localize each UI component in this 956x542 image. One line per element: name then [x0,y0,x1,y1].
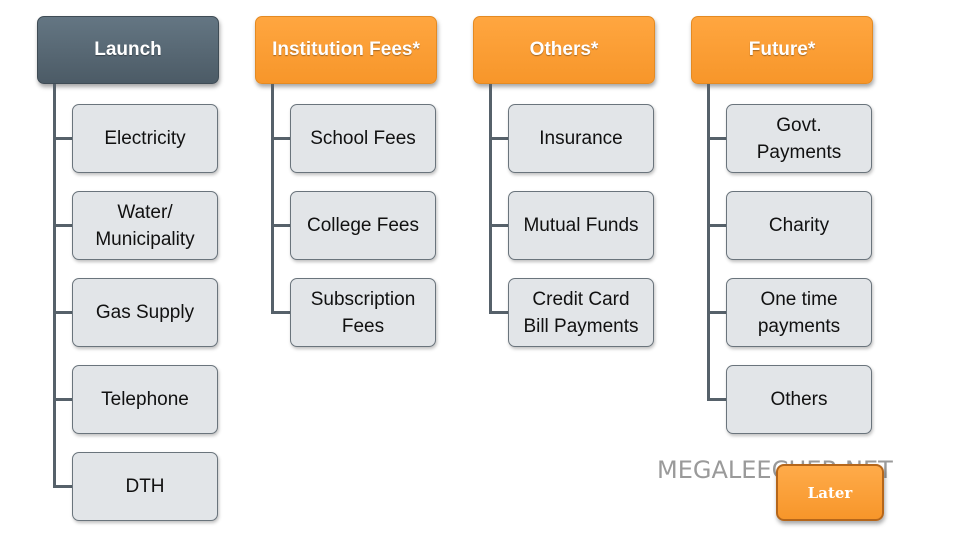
connector-trunk [707,84,710,401]
connector-branch [271,137,291,140]
column-header-future: Future* [691,16,873,84]
category-item: One time payments [726,278,872,347]
later-badge: Later [776,464,884,521]
connector-branch [489,311,509,314]
connector-branch [53,137,73,140]
connector-branch [707,137,727,140]
connector-branch [489,137,509,140]
connector-branch [53,398,73,401]
connector-branch [271,311,291,314]
category-item: Water/Municipality [72,191,218,260]
category-item: DTH [72,452,218,521]
column-header-launch: Launch [37,16,219,84]
connector-trunk [53,84,56,488]
connector-branch [707,398,727,401]
connector-branch [53,485,73,488]
category-item: School Fees [290,104,436,173]
column-header-institution-fees: Institution Fees* [255,16,437,84]
category-item: Gas Supply [72,278,218,347]
connector-trunk [271,84,274,314]
connector-branch [271,224,291,227]
connector-branch [53,224,73,227]
category-item: Charity [726,191,872,260]
category-item: College Fees [290,191,436,260]
connector-branch [489,224,509,227]
category-item: Others [726,365,872,434]
connector-trunk [489,84,492,314]
column-header-others: Others* [473,16,655,84]
category-item: Govt. Payments [726,104,872,173]
category-item: Insurance [508,104,654,173]
category-item: Mutual Funds [508,191,654,260]
category-item: Electricity [72,104,218,173]
connector-branch [707,224,727,227]
connector-branch [53,311,73,314]
category-item: Telephone [72,365,218,434]
category-item: Subscription Fees [290,278,436,347]
category-item: Credit Card Bill Payments [508,278,654,347]
connector-branch [707,311,727,314]
